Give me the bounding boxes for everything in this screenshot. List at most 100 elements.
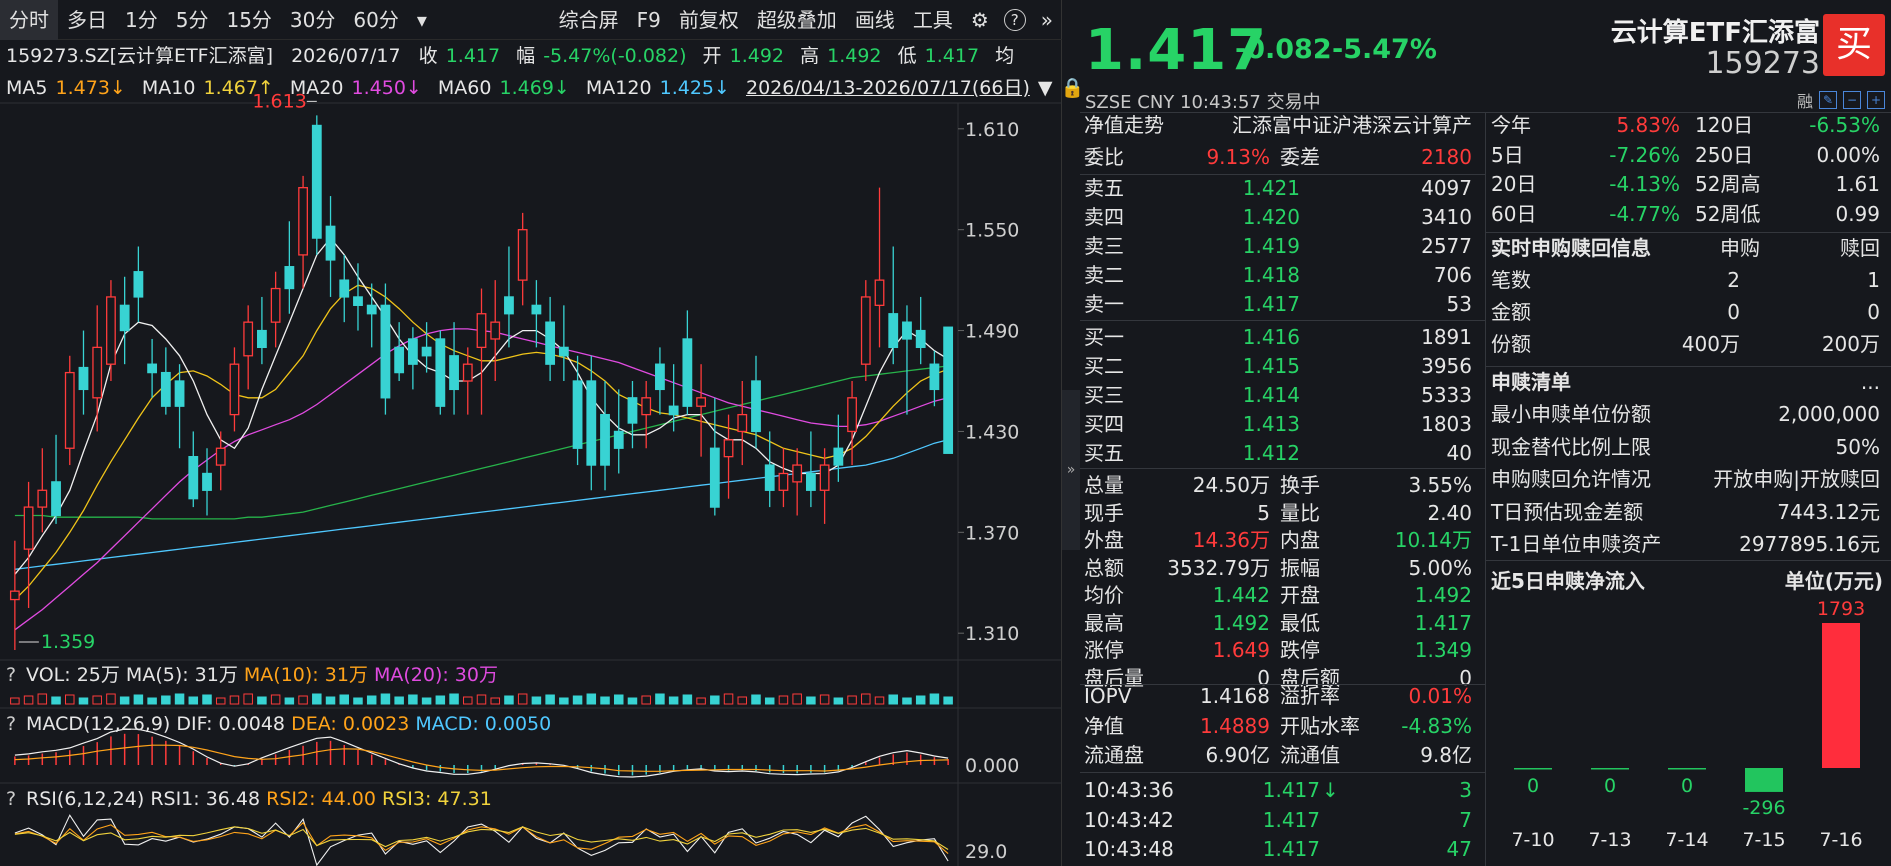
volume-bar [380, 693, 391, 705]
tick-volume: 47 [1446, 837, 1472, 861]
flow-bar [1668, 768, 1706, 770]
volume-bar [888, 694, 898, 705]
candle-body [874, 279, 885, 306]
tick-price: 1.417 [1262, 837, 1320, 861]
volume-bar [764, 697, 775, 705]
stat-value: 1.492 [1414, 583, 1472, 607]
rsi3-line [14, 826, 949, 850]
candle-body [51, 481, 61, 517]
creation-list-value: 2977895.16元 [1739, 532, 1880, 556]
kline-panel[interactable]: 分时 多日 1分 5分 15分 30分 60分 ▾ 综合屏 F9 前复权 超级叠加 画线 工具 ⚙?» 15… [0, 0, 1084, 866]
candle-body [23, 506, 34, 550]
collapse-panel-button[interactable]: » [1062, 390, 1080, 550]
candle-body [943, 326, 954, 454]
volume-bar [668, 696, 679, 705]
low-annotation: 1.359 [41, 631, 95, 653]
volume-bar [435, 695, 446, 705]
volume-bar [243, 693, 253, 705]
lock-icon[interactable]: 🔒 [1061, 77, 1085, 99]
header-tools: 融 ✎ − + [1797, 88, 1885, 112]
period-value: -4.77% [1609, 201, 1680, 226]
rsi3-value: RSI3: 47.31 [382, 788, 492, 810]
bid-price: 1.413 [1242, 412, 1300, 436]
candle-body [888, 313, 899, 349]
volume-bar [119, 696, 130, 705]
volume-bar [476, 694, 487, 705]
ask-label: 卖三 [1084, 234, 1124, 258]
candle-body [78, 366, 89, 391]
candle-body [380, 304, 391, 399]
stat-value: 1.349 [1414, 638, 1472, 662]
candle-body [394, 346, 405, 374]
tick-time: 10:43:48 [1084, 837, 1174, 861]
volume-bar [366, 695, 377, 705]
volume-bar [504, 695, 514, 705]
vol-label: VOL: 25万 [26, 664, 120, 686]
volume-bar [545, 694, 555, 705]
plus-icon[interactable]: + [1867, 91, 1885, 109]
minus-icon[interactable]: − [1843, 91, 1861, 109]
volume-bar [559, 697, 569, 705]
divider [1080, 468, 1485, 469]
divider [1080, 772, 1485, 773]
flow-bar [1514, 768, 1552, 770]
volume-bar [627, 697, 638, 705]
rsi2-line [14, 821, 949, 855]
volume-bar [847, 695, 857, 705]
volume-bar [92, 695, 102, 705]
flow-date-label: 7-13 [1588, 829, 1631, 851]
tick-arrow: ↓ [1322, 778, 1339, 802]
volume-bar [819, 694, 830, 705]
more-button[interactable]: ... [1820, 368, 1880, 397]
volume-bar [325, 696, 336, 705]
macd-help-icon[interactable]: ? [6, 711, 20, 737]
volume-bar [174, 693, 185, 705]
rsi-help-icon[interactable]: ? [6, 786, 20, 812]
iopv-value: 0.01% [1408, 684, 1472, 708]
ask-label: 卖一 [1084, 292, 1124, 316]
candle-body [572, 380, 583, 449]
stat-value: 1.417 [1414, 610, 1472, 635]
divider [1080, 320, 1485, 321]
macd-dif: DIF: 0.0048 [176, 713, 286, 735]
redemption-subscribe-value: 0 [1727, 300, 1740, 324]
ask-price: 1.417 [1242, 292, 1300, 316]
period-value: -4.13% [1609, 172, 1680, 196]
candle-body [545, 321, 556, 365]
edit-icon[interactable]: ✎ [1819, 91, 1837, 109]
candle-body [929, 363, 940, 391]
volume-bar [23, 695, 34, 705]
volume-bar [613, 694, 624, 705]
redemption-col-subscribe: 申购 [1720, 236, 1760, 260]
redemption-redeem-value: 1 [1867, 268, 1880, 292]
volume-bar [312, 693, 322, 705]
candle-body [339, 279, 350, 298]
candle-body [37, 489, 48, 508]
candle-body [792, 464, 803, 483]
flow-bar-label: 0 [1681, 775, 1693, 797]
rsi-label: RSI(6,12,24) [26, 788, 145, 810]
volume-bar [298, 695, 308, 705]
bid-price: 1.416 [1242, 325, 1300, 349]
candle-body [174, 380, 185, 407]
period-value: -7.26% [1609, 142, 1680, 167]
weibi-label: 委比 [1084, 145, 1124, 169]
bid-label: 买四 [1084, 412, 1124, 436]
flow-date-label: 7-14 [1665, 829, 1708, 851]
stat-value: 1.492 [1212, 610, 1270, 635]
candle-body [531, 304, 542, 315]
buy-button[interactable]: 买 [1823, 14, 1885, 76]
period-label: 5日 [1491, 142, 1524, 167]
candle-body [586, 380, 597, 466]
candle-body [64, 371, 75, 449]
bid-volume: 5333 [1421, 383, 1472, 407]
candle-body [600, 413, 610, 466]
candle-body [627, 397, 638, 424]
candle-body [805, 472, 816, 491]
tick-time: 10:43:36 [1084, 778, 1174, 802]
creation-list-value: 7443.12元 [1777, 499, 1880, 524]
vol-help-icon[interactable]: ? [6, 662, 20, 688]
vol-legend: ? VOL: 25万 MA(5): 31万 MA(10): 31万 MA(20)… [6, 662, 498, 688]
candle-body [311, 124, 322, 239]
period-value: 1.61 [1835, 172, 1880, 196]
